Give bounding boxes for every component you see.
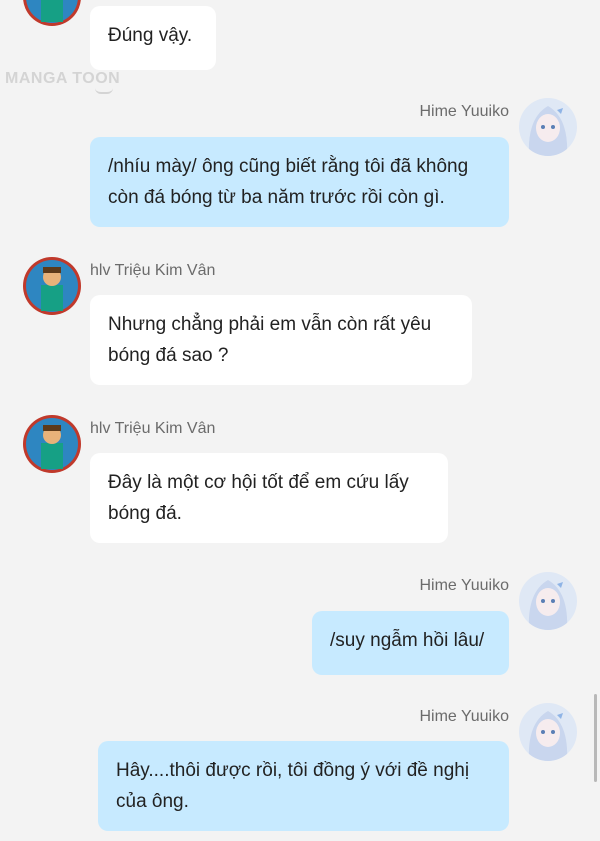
message-text-line: Đây là một cơ hội tốt để em cứu lấy	[108, 472, 409, 493]
message-bubble: /suy ngẫm hồi lâu/	[312, 611, 509, 675]
message-text-line: Hây....thôi được rồi, tôi đồng ý với đề …	[116, 760, 470, 781]
message-text-line: bóng đá.	[108, 503, 182, 524]
mangatoon-watermark: MANGA TOON	[5, 70, 120, 94]
message-text-line: còn đá bóng từ ba năm trước rồi còn gì.	[108, 187, 445, 208]
message-bubble: /nhíu mày/ ông cũng biết rằng tôi đã khô…	[90, 137, 509, 227]
message-text-line: của ông.	[116, 791, 189, 812]
coach-avatar[interactable]	[23, 257, 81, 315]
coach-avatar[interactable]	[23, 415, 81, 473]
sender-name: hlv Triệu Kim Vân	[90, 420, 216, 437]
message-bubble: Đây là một cơ hội tốt để em cứu lấy bóng…	[90, 453, 448, 543]
sender-name: Hime Yuuiko	[419, 708, 509, 725]
message-text: /suy ngẫm hồi lâu/	[330, 630, 485, 651]
message-text-line: /nhíu mày/ ông cũng biết rằng tôi đã khô…	[108, 156, 469, 177]
message-bubble: Hây....thôi được rồi, tôi đồng ý với đề …	[98, 741, 509, 831]
scrollbar[interactable]	[594, 694, 597, 782]
message-text: Đúng vậy.	[108, 25, 193, 46]
message-bubble: Đúng vậy.	[90, 6, 216, 70]
message-bubble: Nhưng chẳng phải em vẫn còn rất yêu bóng…	[90, 295, 472, 385]
hime-avatar[interactable]	[519, 98, 577, 156]
message-text-line: bóng đá sao ?	[108, 345, 229, 366]
sender-name: Hime Yuuiko	[419, 103, 509, 120]
sender-name: Hime Yuuiko	[419, 577, 509, 594]
coach-avatar[interactable]	[23, 0, 81, 26]
hime-avatar[interactable]	[519, 572, 577, 630]
message-text-line: Nhưng chẳng phải em vẫn còn rất yêu	[108, 314, 432, 335]
hime-avatar[interactable]	[519, 703, 577, 761]
sender-name: hlv Triệu Kim Vân	[90, 262, 216, 279]
